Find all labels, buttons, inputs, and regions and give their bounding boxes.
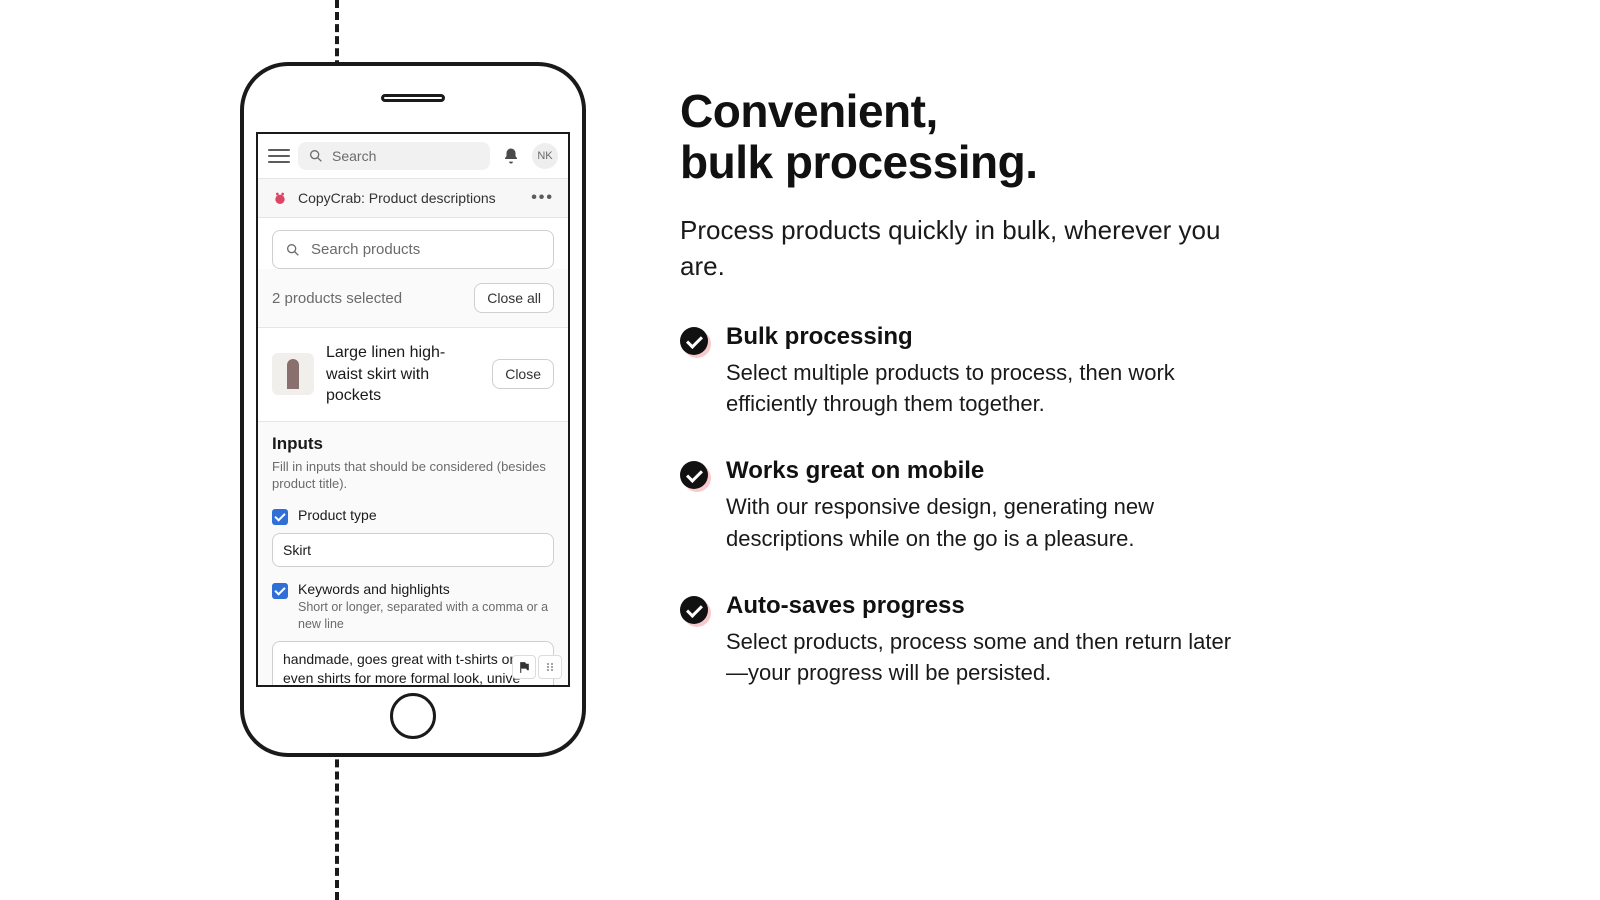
global-search-placeholder: Search — [332, 148, 376, 164]
menu-icon[interactable] — [268, 145, 290, 167]
inputs-subtext: Fill in inputs that should be considered… — [272, 458, 554, 493]
feature-title: Works great on mobile — [726, 457, 1240, 485]
search-icon — [285, 242, 301, 258]
floating-toolbar — [512, 655, 562, 679]
product-type-checkbox[interactable] — [272, 509, 288, 525]
global-search-input[interactable]: Search — [298, 142, 490, 170]
keywords-label: Keywords and highlights — [298, 581, 554, 597]
flag-icon[interactable] — [512, 655, 536, 679]
product-thumbnail — [272, 353, 314, 395]
inputs-heading: Inputs — [272, 434, 554, 454]
feature-autosave: Auto-saves progress Select products, pro… — [680, 592, 1240, 688]
app-title: CopyCrab: Product descriptions — [298, 190, 496, 206]
subheadline: Process products quickly in bulk, wherev… — [680, 213, 1240, 285]
drag-handle-icon[interactable] — [538, 655, 562, 679]
phone-screen: Search NK CopyCrab: Product descriptions… — [256, 132, 570, 687]
phone-frame: Search NK CopyCrab: Product descriptions… — [240, 62, 586, 757]
product-title: Large linen high-waist skirt with pocket… — [326, 342, 480, 407]
selection-bar: 2 products selected Close all — [258, 269, 568, 328]
screen-body: Search products — [258, 218, 568, 269]
inputs-section: Inputs Fill in inputs that should be con… — [258, 422, 568, 687]
product-type-row: Product type — [272, 507, 554, 525]
product-header: Large linen high-waist skirt with pocket… — [258, 328, 568, 422]
marketing-panel: Convenient, bulk processing. Process pro… — [680, 86, 1240, 688]
keywords-row: Keywords and highlights Short or longer,… — [272, 581, 554, 633]
feature-body: Select multiple products to process, the… — [726, 357, 1240, 419]
check-circle-icon — [680, 461, 708, 489]
feature-mobile: Works great on mobile With our responsiv… — [680, 457, 1240, 553]
app-topbar: Search NK — [258, 134, 568, 179]
keywords-checkbox[interactable] — [272, 583, 288, 599]
phone-speaker — [381, 94, 445, 102]
app-title-row: CopyCrab: Product descriptions ••• — [258, 179, 568, 218]
notifications-icon[interactable] — [498, 143, 524, 169]
feature-body: With our responsive design, generating n… — [726, 491, 1240, 553]
check-circle-icon — [680, 327, 708, 355]
close-product-button[interactable]: Close — [492, 359, 554, 389]
more-icon[interactable]: ••• — [531, 189, 554, 207]
feature-title: Auto-saves progress — [726, 592, 1240, 620]
feature-title: Bulk processing — [726, 323, 1240, 351]
headline: Convenient, bulk processing. — [680, 86, 1240, 187]
avatar-initials: NK — [537, 150, 552, 162]
headline-line2: bulk processing. — [680, 136, 1038, 188]
home-button-icon — [390, 693, 436, 739]
check-circle-icon — [680, 596, 708, 624]
close-all-button[interactable]: Close all — [474, 283, 554, 313]
product-search-input[interactable]: Search products — [272, 230, 554, 269]
product-type-input[interactable] — [272, 533, 554, 567]
keywords-help: Short or longer, separated with a comma … — [298, 599, 554, 633]
crab-icon — [272, 190, 288, 206]
selection-count: 2 products selected — [272, 290, 402, 307]
avatar[interactable]: NK — [532, 143, 558, 169]
search-icon — [308, 148, 324, 164]
product-search-placeholder: Search products — [311, 241, 420, 258]
feature-body: Select products, process some and then r… — [726, 626, 1240, 688]
headline-line1: Convenient, — [680, 85, 938, 137]
product-type-label: Product type — [298, 507, 377, 523]
feature-bulk: Bulk processing Select multiple products… — [680, 323, 1240, 419]
